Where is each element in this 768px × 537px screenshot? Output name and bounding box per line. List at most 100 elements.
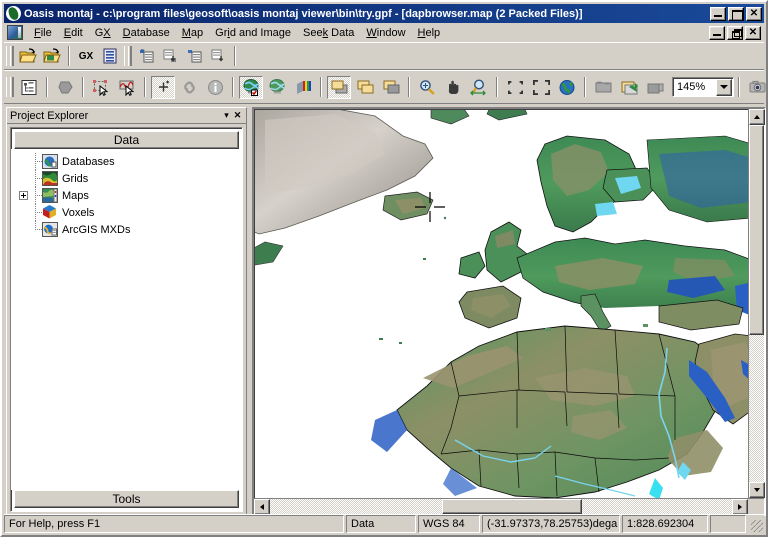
view-separator-4 bbox=[232, 77, 234, 97]
toolbar-grip-2[interactable] bbox=[124, 46, 132, 66]
send-to-back-icon[interactable] bbox=[379, 76, 403, 99]
select-rectangle-icon[interactable] bbox=[89, 76, 113, 99]
main-toolbar: GX bbox=[4, 42, 764, 70]
map-vertical-scrollbar[interactable] bbox=[748, 109, 765, 498]
minimize-button[interactable] bbox=[710, 6, 726, 21]
map-document-window bbox=[252, 107, 766, 516]
mdi-document-icon[interactable] bbox=[7, 25, 23, 40]
horizontal-scroll-thumb[interactable] bbox=[442, 499, 582, 514]
view-separator-7 bbox=[496, 77, 498, 97]
link-tool-icon[interactable] bbox=[177, 76, 201, 99]
send-forward-icon[interactable] bbox=[353, 76, 377, 99]
menu-item-database[interactable]: Database bbox=[117, 25, 176, 41]
zoom-in-icon[interactable] bbox=[415, 76, 439, 99]
zoom-fit-icon[interactable] bbox=[503, 76, 527, 99]
color-bar-icon[interactable] bbox=[291, 76, 315, 99]
tree-connector bbox=[30, 153, 43, 170]
tree-expander bbox=[19, 225, 28, 234]
tree-item-arcgis-mxds[interactable]: ArcGIS MXDs bbox=[11, 221, 242, 238]
maximize-button[interactable] bbox=[728, 6, 744, 21]
tree-expander bbox=[19, 208, 28, 217]
info-icon[interactable] bbox=[203, 76, 227, 99]
print-preview-icon[interactable] bbox=[643, 76, 667, 99]
menu-item-gx[interactable]: GX bbox=[89, 25, 117, 41]
tree-item-databases[interactable]: Databases bbox=[11, 153, 242, 170]
view-toolbar: 145% bbox=[4, 70, 765, 104]
page-view-icon[interactable] bbox=[591, 76, 615, 99]
mdi-window-controls: ✕ bbox=[709, 25, 761, 40]
zoom-level-combo[interactable]: 145% bbox=[672, 77, 734, 97]
toolbar-grip[interactable] bbox=[6, 46, 14, 66]
mdi-close-button[interactable]: ✕ bbox=[745, 25, 761, 40]
horizontal-scroll-track[interactable] bbox=[270, 499, 732, 514]
triangle-left-icon[interactable] bbox=[254, 499, 270, 515]
data-header[interactable]: Data bbox=[14, 131, 239, 149]
database-globe-icon bbox=[42, 154, 58, 169]
mdi-minimize-button[interactable] bbox=[709, 25, 725, 40]
triangle-right-icon[interactable] bbox=[732, 499, 748, 515]
export-map-icon[interactable] bbox=[617, 76, 641, 99]
close-button[interactable]: ✕ bbox=[746, 6, 762, 21]
export-table-icon[interactable] bbox=[207, 46, 229, 67]
tree-item-voxels[interactable]: Voxels bbox=[11, 204, 242, 221]
view-separator-8 bbox=[584, 77, 586, 97]
globe-icon[interactable] bbox=[555, 76, 579, 99]
tree-connector bbox=[30, 170, 43, 187]
menu-item-seek-data[interactable]: Seek Data bbox=[297, 25, 360, 41]
tree-item-grids[interactable]: Grids bbox=[11, 170, 242, 187]
tree-expander bbox=[19, 157, 28, 166]
export-database-icon[interactable] bbox=[159, 46, 181, 67]
open-project-icon[interactable] bbox=[17, 46, 39, 67]
zoom-level-value: 145% bbox=[677, 81, 706, 93]
triangle-down-icon[interactable] bbox=[749, 482, 765, 498]
snapshot-camera-icon[interactable] bbox=[745, 76, 768, 99]
map-view-checked-icon[interactable] bbox=[239, 75, 263, 99]
tree-expander[interactable] bbox=[19, 191, 28, 200]
triangle-up-icon[interactable] bbox=[749, 109, 765, 125]
project-explorer-icon[interactable] bbox=[17, 76, 41, 99]
menu-item-help[interactable]: Help bbox=[412, 25, 447, 41]
chevron-down-icon[interactable] bbox=[716, 78, 732, 96]
status-bar: For Help, press F1 Data WGS 84 (-31.9737… bbox=[4, 514, 764, 533]
menu-bar: File Edit GX Database Map Grid and Image… bbox=[4, 23, 764, 42]
resize-grip[interactable] bbox=[748, 515, 764, 533]
tools-footer[interactable]: Tools bbox=[14, 490, 239, 508]
polygon-tool-icon[interactable] bbox=[53, 76, 77, 99]
mdi-restore-button[interactable] bbox=[727, 25, 743, 40]
project-explorer-body: Data Databases Grids Maps Voxels ArcGIS … bbox=[10, 127, 243, 512]
script-list-icon[interactable] bbox=[99, 46, 121, 67]
open-recent-project-icon[interactable] bbox=[41, 46, 63, 67]
vertical-scroll-track[interactable] bbox=[749, 125, 764, 482]
zoom-out-icon[interactable] bbox=[467, 76, 491, 99]
vertical-scroll-thumb[interactable] bbox=[749, 125, 764, 335]
tree-item-maps[interactable]: Maps bbox=[11, 187, 242, 204]
select-profile-icon[interactable] bbox=[115, 76, 139, 99]
menu-item-grid-and-image[interactable]: Grid and Image bbox=[209, 25, 297, 41]
tree-item-label: Voxels bbox=[62, 206, 95, 219]
view-separator-6 bbox=[408, 77, 410, 97]
zoom-full-icon[interactable] bbox=[529, 76, 553, 99]
view-toolbar-grip[interactable] bbox=[6, 77, 14, 97]
pointer-select-icon[interactable] bbox=[151, 75, 175, 99]
bring-to-front-icon[interactable] bbox=[327, 75, 351, 99]
menu-item-edit[interactable]: Edit bbox=[58, 25, 89, 41]
toolbar-separator-3 bbox=[234, 46, 236, 66]
tree-connector bbox=[30, 204, 43, 221]
scrollbar-corner bbox=[748, 499, 764, 515]
map-horizontal-scrollbar[interactable] bbox=[254, 498, 764, 515]
run-gx-icon[interactable]: GX bbox=[75, 46, 97, 67]
status-mode: Data bbox=[346, 515, 416, 533]
import-database-icon[interactable] bbox=[135, 46, 157, 67]
tree-expander bbox=[19, 174, 28, 183]
import-table-icon[interactable] bbox=[183, 46, 205, 67]
map-canvas[interactable] bbox=[254, 109, 748, 498]
pan-hand-icon[interactable] bbox=[441, 76, 465, 99]
menu-item-window[interactable]: Window bbox=[360, 25, 411, 41]
tree-item-label: Maps bbox=[62, 189, 89, 202]
menu-item-map[interactable]: Map bbox=[176, 25, 209, 41]
map-view-area bbox=[254, 109, 765, 498]
map-view-icon[interactable] bbox=[265, 76, 289, 99]
chevron-down-icon[interactable]: ▾ bbox=[221, 110, 232, 121]
close-icon[interactable]: ✕ bbox=[232, 110, 243, 121]
menu-item-file[interactable]: File bbox=[28, 25, 58, 41]
